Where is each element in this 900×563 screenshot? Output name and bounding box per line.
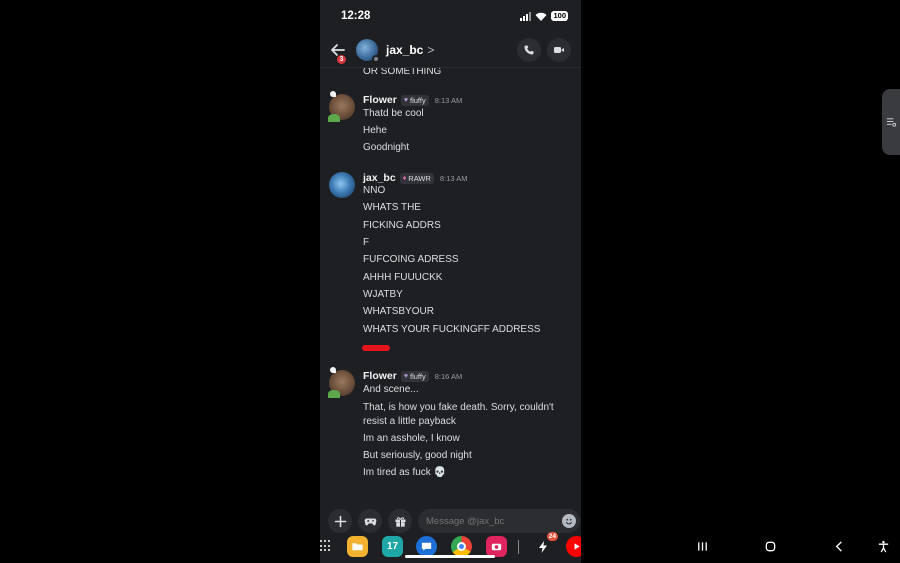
add-attachment-button[interactable] (328, 509, 352, 533)
avatar[interactable] (328, 91, 355, 122)
message-line: WHATSBYOUR (363, 306, 434, 317)
battery-indicator: 100 (551, 11, 568, 21)
message-line: And scene... (363, 384, 419, 395)
home-indicator[interactable] (405, 555, 495, 558)
guild-tag[interactable]: ♦ RAWR (399, 172, 434, 184)
message-author[interactable]: Flower (363, 94, 397, 106)
message-list[interactable]: OR SOMETHING Flower ♥ fluffy 8:13 AM That… (320, 60, 581, 505)
message-line: FUFCOING ADRESS (363, 254, 459, 265)
taskbar: 17 24 (320, 532, 581, 563)
phone-icon (524, 45, 534, 54)
wifi-icon (535, 12, 547, 21)
message-line: WHATS THE (363, 202, 421, 213)
home-button[interactable] (762, 536, 778, 556)
message-line: That, is how you fake death. Sorry, coul… (363, 402, 554, 427)
status-bar: 12:28 100 (320, 0, 581, 32)
voice-call-button[interactable] (517, 37, 541, 62)
message-line: Thatd be cool (363, 108, 424, 119)
message-line: But seriously, good night (363, 450, 472, 461)
avatar[interactable] (328, 367, 355, 398)
home-icon (765, 541, 775, 551)
dm-header: 3 jax_bc > (320, 32, 581, 68)
unread-badge: 3 (336, 53, 347, 65)
message-line: AHHH FUUUCKK (363, 272, 443, 283)
message-line: Im an asshole, I know (363, 433, 460, 444)
plus-icon (334, 515, 346, 527)
chrome-app-icon[interactable] (451, 536, 472, 557)
flame-icon: ♦ (402, 174, 407, 182)
message-line: WHATS YOUR FUCKINGFF ADDRESS (363, 324, 541, 335)
heart-icon: ♥ (403, 96, 408, 104)
message-timestamp: 8:16 AM (434, 371, 463, 381)
signal-icon (520, 11, 532, 21)
chevron-left-icon (835, 540, 842, 552)
message-line: NNO (363, 185, 386, 196)
accessibility-icon (878, 540, 888, 552)
status-time: 12:28 (341, 10, 371, 22)
app-drawer-icon[interactable] (320, 540, 332, 552)
gift-button[interactable] (388, 509, 412, 533)
message-timestamp: 8:13 AM (434, 95, 463, 105)
message-line: Im tired as fuck 💀 (363, 467, 447, 478)
message-line: WJATBY (363, 289, 403, 300)
status-icons: 100 (520, 11, 568, 21)
edge-panel-handle[interactable] (882, 89, 900, 155)
bolt-app-icon[interactable]: 24 (532, 532, 558, 557)
guild-tag[interactable]: ♥ fluffy (400, 370, 429, 382)
message-timestamp: 8:13 AM (439, 173, 468, 183)
chevron-right-icon[interactable]: > (427, 43, 434, 57)
recent-apps-button[interactable] (694, 536, 710, 556)
youtube-app-icon[interactable] (566, 536, 581, 557)
message-author[interactable]: Flower (363, 370, 397, 382)
system-back-button[interactable] (831, 536, 847, 556)
dm-avatar[interactable] (356, 38, 380, 63)
emoji-button[interactable] (562, 514, 576, 528)
guild-tag[interactable]: ♥ fluffy (400, 94, 429, 106)
smile-icon (565, 518, 573, 525)
heart-icon: ♥ (403, 372, 408, 380)
spoiler-block[interactable] (362, 345, 390, 351)
gamepad-icon (364, 518, 376, 525)
camera-app-icon[interactable] (486, 536, 507, 557)
calendar-app-icon[interactable]: 17 (382, 536, 403, 557)
back-button[interactable]: 3 (330, 40, 350, 65)
gift-icon (395, 516, 405, 527)
recents-icon (697, 541, 707, 551)
calendar-day: 17 (386, 541, 399, 552)
message-line: FICKING ADDRS (363, 220, 441, 231)
accessibility-button[interactable] (875, 536, 891, 556)
message-input[interactable] (418, 509, 580, 533)
edge-panel-icon (886, 117, 896, 127)
avatar[interactable] (329, 172, 355, 198)
video-call-button[interactable] (547, 37, 571, 62)
taskbar-divider (518, 540, 519, 554)
phone-screen: 12:28 100 3 jax_bc > OR SOMETHING Flower… (320, 0, 581, 563)
dm-username[interactable]: jax_bc (386, 43, 423, 57)
message-line: Hehe (363, 125, 387, 136)
message-line: Goodnight (363, 142, 410, 153)
messages-app-icon[interactable] (416, 536, 437, 557)
message-author[interactable]: jax_bc (363, 172, 396, 184)
video-camera-icon (554, 46, 564, 53)
activities-button[interactable] (358, 509, 382, 533)
status-dot (372, 54, 380, 63)
message-line: F (363, 237, 370, 248)
app-badge: 24 (546, 532, 558, 541)
files-app-icon[interactable] (347, 536, 368, 557)
